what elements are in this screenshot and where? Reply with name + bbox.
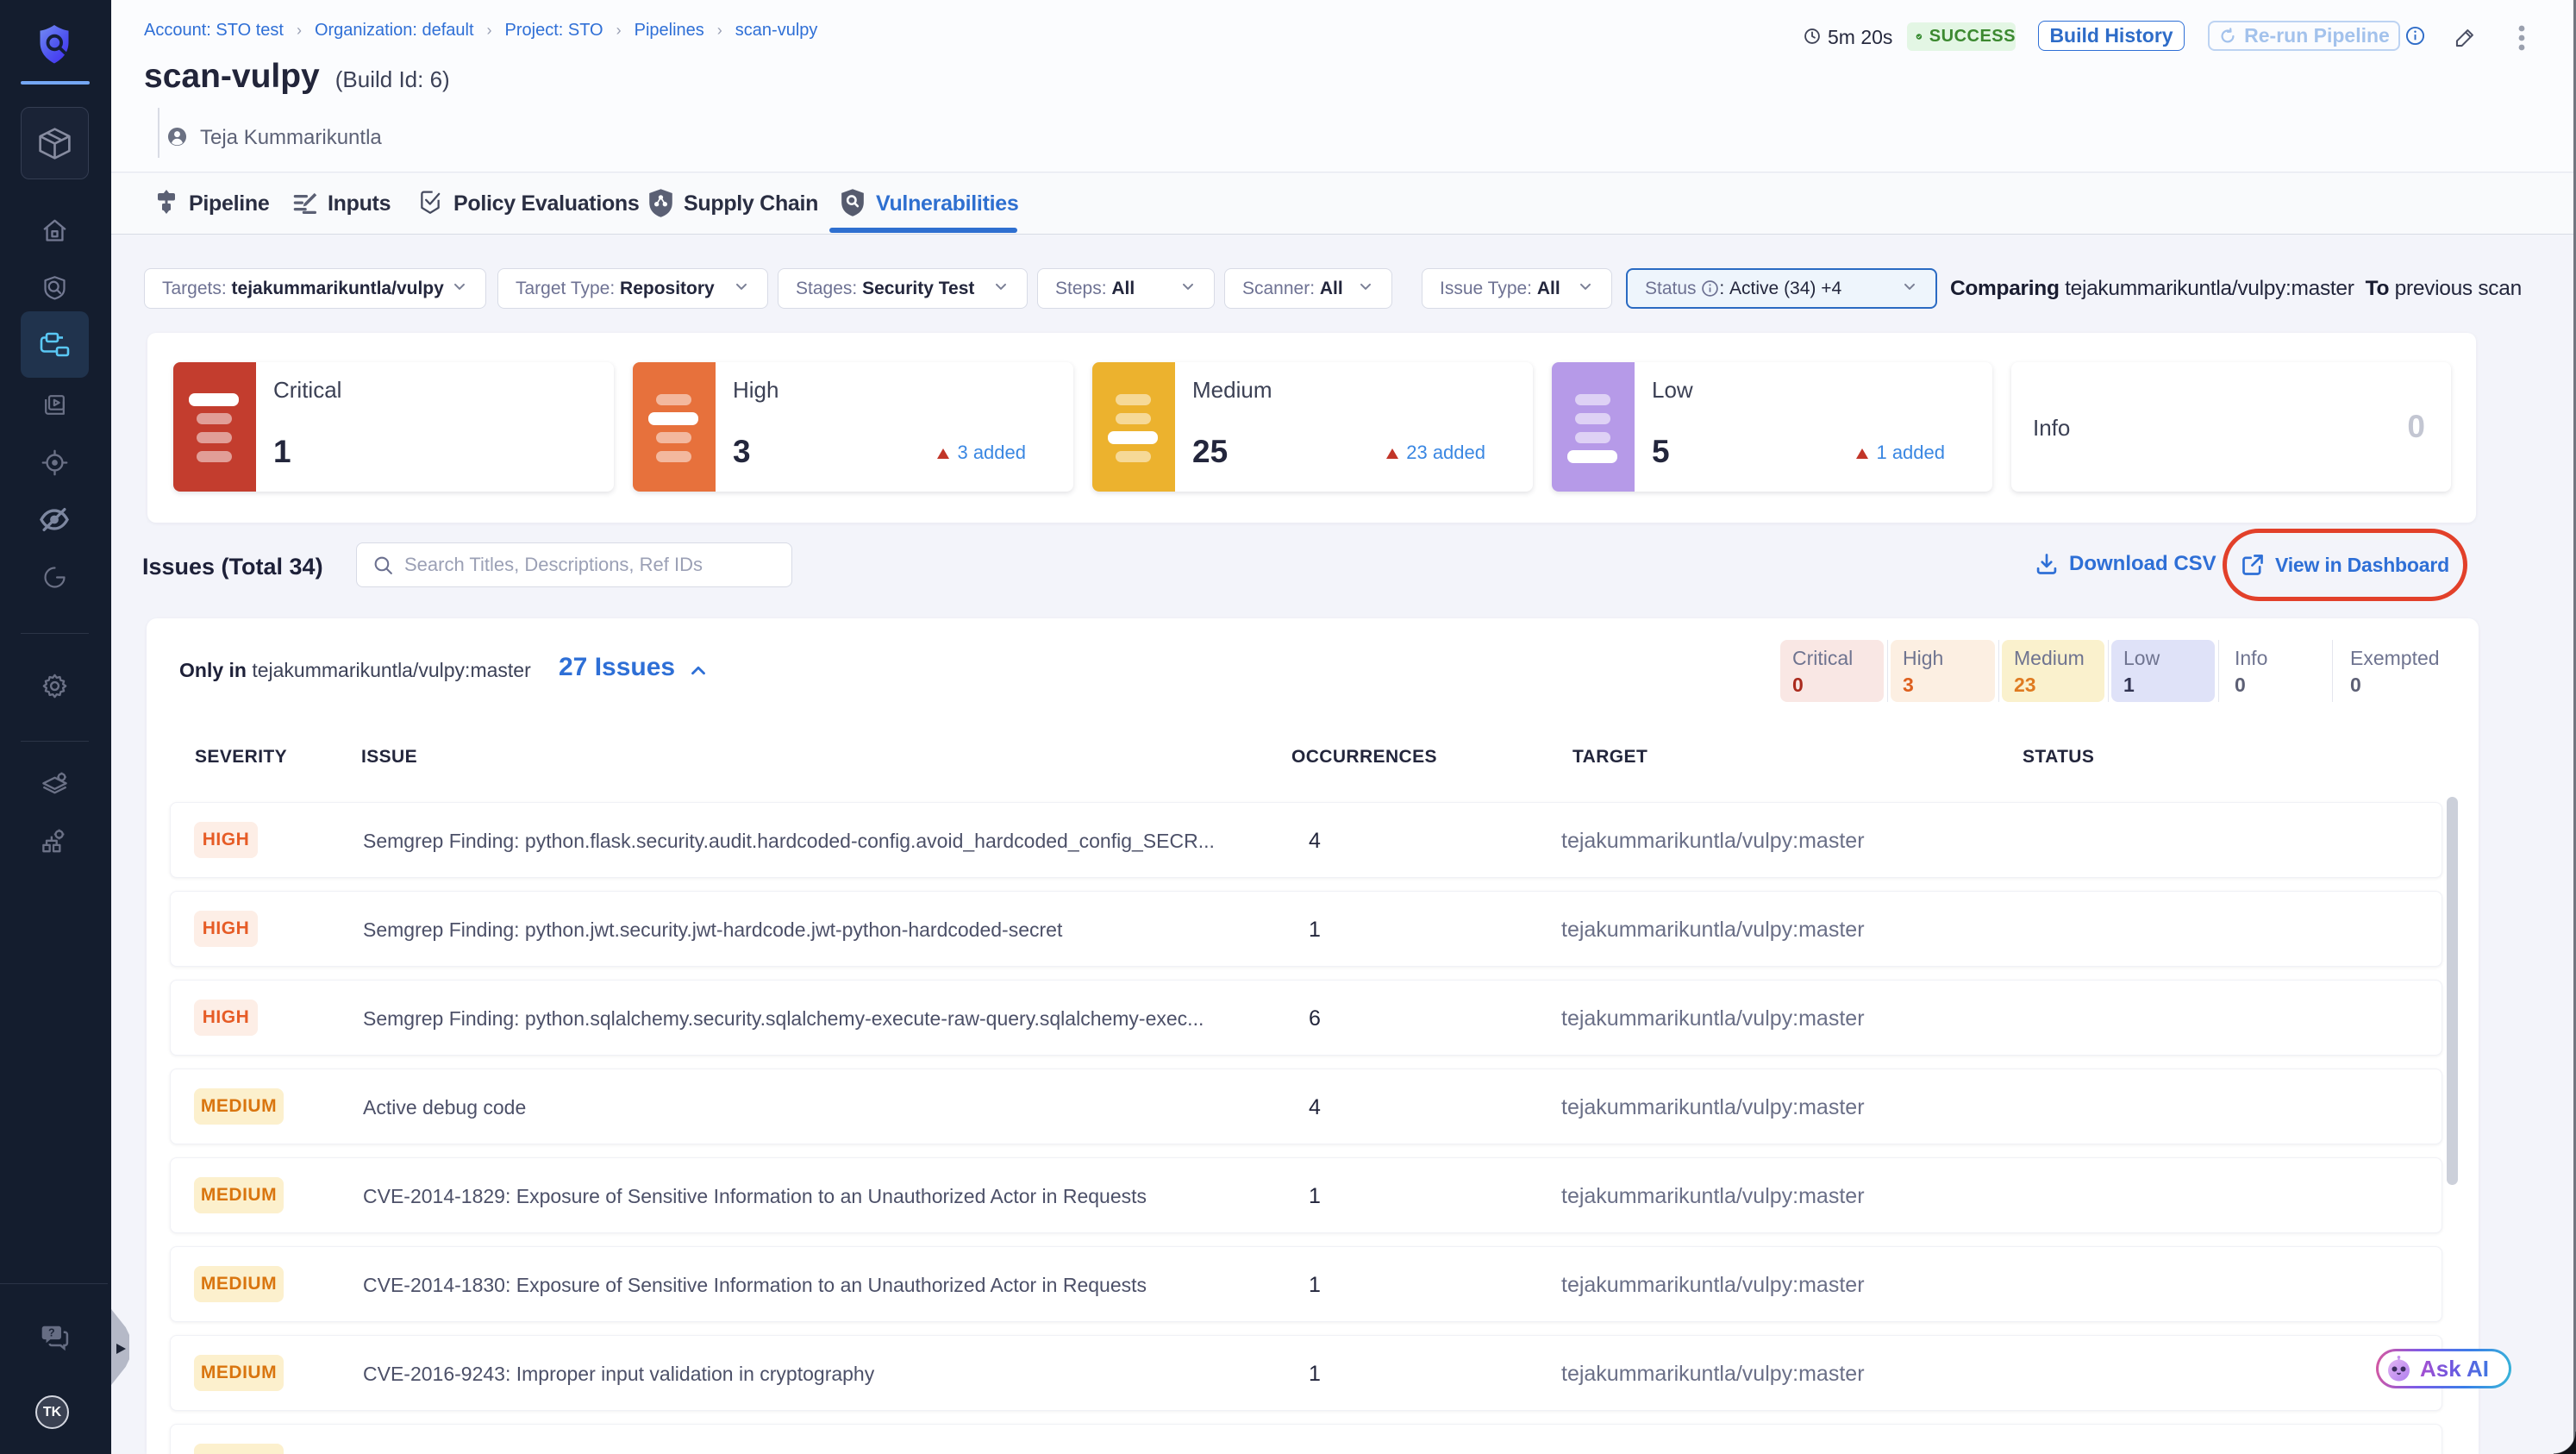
svg-text:?: ? [48, 1327, 55, 1339]
